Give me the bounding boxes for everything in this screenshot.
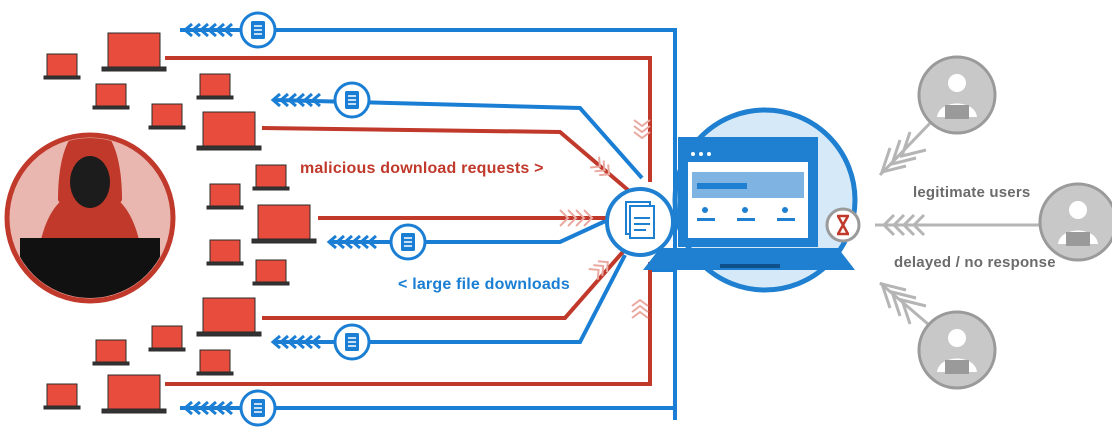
laptop-icon (206, 183, 244, 210)
laptop-icon (252, 259, 290, 286)
user-avatar-icon (1038, 182, 1112, 262)
laptop-icon (43, 53, 81, 80)
legitimate-users (917, 55, 1112, 390)
malicious-requests-label: malicious download requests > (300, 160, 544, 177)
laptop-icon (148, 325, 186, 352)
large-downloads-label: < large file downloads (398, 276, 570, 293)
laptop-icon (101, 32, 167, 72)
laptop-icon (196, 73, 234, 100)
document-icon (605, 187, 675, 257)
delayed-response-label: delayed / no response (894, 254, 1056, 271)
laptop-icon (92, 83, 130, 110)
laptop-icon (92, 339, 130, 366)
document-icon (389, 223, 427, 261)
hooded-hacker-icon (4, 132, 176, 304)
laptop-icon (196, 111, 262, 151)
user-arrows (875, 116, 1055, 332)
laptop-icon (43, 383, 81, 410)
document-icon (239, 11, 277, 49)
laptop-icon (206, 239, 244, 266)
laptop-icon (101, 374, 167, 414)
laptop-icon (251, 204, 317, 244)
legitimate-users-label: legitimate users (913, 184, 1031, 201)
document-icon (333, 323, 371, 361)
laptop-icon (196, 297, 262, 337)
laptop-icon (196, 349, 234, 376)
user-avatar-icon (917, 310, 997, 390)
document-icon (333, 81, 371, 119)
download-lines (180, 28, 677, 420)
document-icon (239, 389, 277, 427)
hourglass-icon (825, 207, 861, 243)
laptop-icon (148, 103, 186, 130)
user-avatar-icon (917, 55, 997, 135)
laptop-icon (252, 164, 290, 191)
